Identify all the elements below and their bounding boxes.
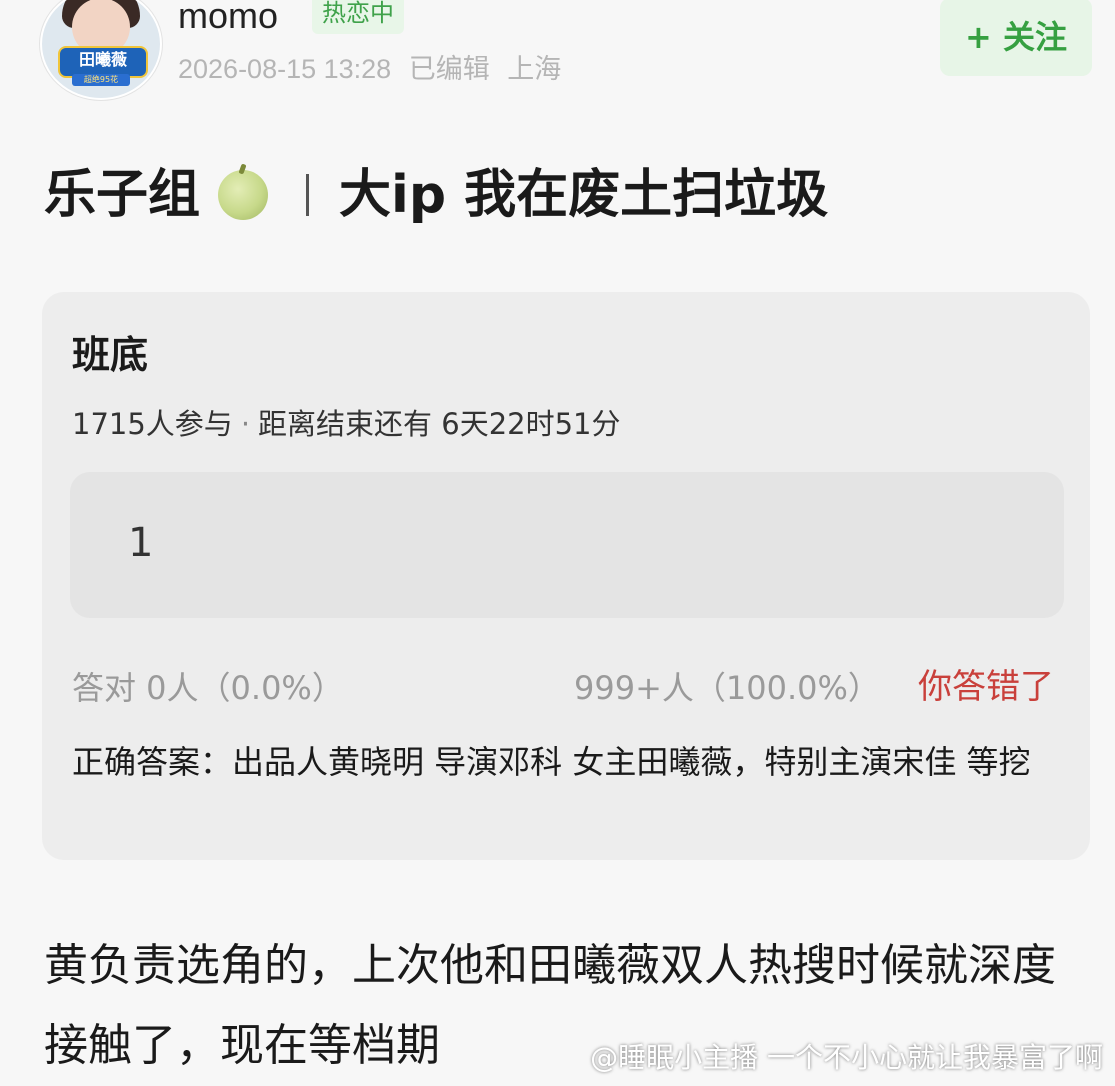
- quiz-meta: 1715人参与 · 距离结束还有 6天22时51分: [72, 404, 621, 444]
- melon-icon: [218, 170, 269, 220]
- username[interactable]: momo: [178, 0, 278, 38]
- my-answer-box: 1: [70, 472, 1064, 618]
- participant-count: 1715人参与: [72, 407, 233, 441]
- follow-button[interactable]: + 关注: [940, 0, 1092, 76]
- location-label: 上海: [507, 54, 562, 84]
- wrong-stat: 999+人（100.0%）: [574, 669, 880, 707]
- meta-separator: ·: [240, 407, 251, 441]
- my-answer-text: 1: [128, 520, 154, 566]
- quiz-card: 班底 1715人参与 · 距离结束还有 6天22时51分 1 答对 0人（0.0%）…: [42, 292, 1090, 860]
- post-title-text: 大ip 我在废土扫垃圾: [339, 165, 829, 225]
- quiz-title: 班底: [72, 333, 149, 377]
- post-meta: 2026-08-15 13:28 已编辑 上海: [178, 52, 571, 86]
- correct-stat: 答对 0人（0.0%）: [72, 669, 344, 707]
- deadline-countdown: 距离结束还有 6天22时51分: [258, 407, 621, 441]
- status-badge: 热恋中: [312, 0, 404, 34]
- result-label: 你答错了: [918, 667, 1054, 707]
- edited-label: 已编辑: [408, 54, 490, 84]
- post-title: 乐子组 大ip 我在废土扫垃圾: [44, 160, 828, 230]
- title-divider: [306, 174, 310, 216]
- group-name[interactable]: 乐子组: [44, 160, 200, 230]
- post-timestamp: 2026-08-15 13:28: [178, 54, 392, 84]
- watermark: @睡眠小主播 一个不小心就让我暴富了啊: [590, 1041, 1103, 1074]
- correct-answer: 正确答案：出品人黄晓明 导演邓科 女主田曦薇，特别主演宋佳 等挖: [72, 743, 1031, 781]
- avatar-sub-tag: 超绝95花: [72, 74, 130, 86]
- avatar[interactable]: 田曦薇 超绝95花: [40, 0, 162, 100]
